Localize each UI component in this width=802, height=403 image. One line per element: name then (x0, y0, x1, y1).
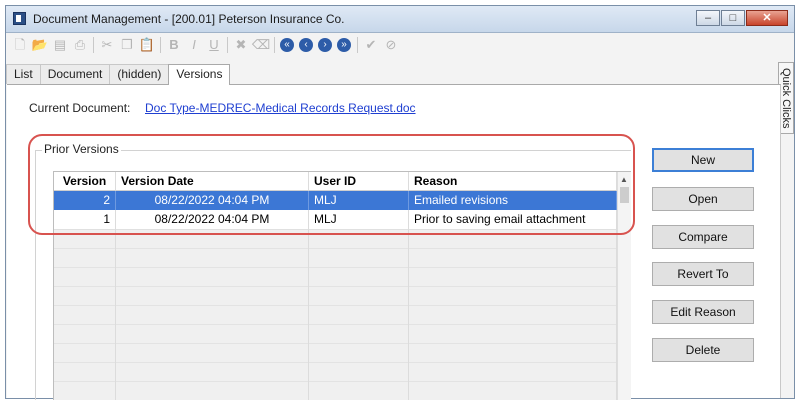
cancel-icon[interactable]: ⊘ (383, 37, 399, 53)
version-date-cell: 08/22/2022 04:04 PM (116, 210, 309, 229)
prior-versions-label: Prior Versions (42, 142, 121, 156)
underline-icon[interactable]: U (206, 37, 222, 53)
toolbar: 🗋 📂 ▤ ⎙ ✂ ❐ 📋 B I U ✖ ⌫ « ‹ › » ✔ ⊘ (6, 33, 794, 57)
compare-button[interactable]: Compare (652, 225, 754, 249)
edit-reason-button[interactable]: Edit Reason (652, 300, 754, 324)
last-record-icon[interactable]: » (337, 38, 351, 52)
close-button[interactable]: ✕ (746, 10, 788, 26)
minimize-button[interactable]: – (696, 10, 720, 26)
empty-row (54, 343, 617, 363)
new-file-icon[interactable]: 🗋 (12, 37, 28, 53)
open-folder-icon[interactable]: 📂 (32, 37, 48, 53)
title-bar[interactable]: Document Management - [200.01] Peterson … (6, 6, 794, 33)
tab-hidden[interactable]: (hidden) (109, 64, 170, 84)
grid-vertical-scrollbar[interactable]: ▲ (617, 172, 631, 400)
user-id-cell: MLJ (309, 210, 409, 229)
tab-document[interactable]: Document (39, 64, 111, 84)
window-controls: – □ ✕ (695, 10, 788, 27)
grid-header-row: Version Version Date User ID Reason (54, 172, 617, 191)
italic-icon[interactable]: I (186, 37, 202, 53)
version-cell: 1 (54, 210, 116, 229)
column-header-version[interactable]: Version (54, 172, 116, 191)
column-header-reason[interactable]: Reason (409, 172, 617, 191)
user-id-cell: MLJ (309, 191, 409, 210)
next-record-icon[interactable]: › (318, 38, 332, 52)
toolbar-separator (93, 37, 94, 53)
first-record-icon[interactable]: « (280, 38, 294, 52)
table-row[interactable]: 2 08/22/2022 04:04 PM MLJ Emailed revisi… (54, 191, 617, 211)
previous-record-icon[interactable]: ‹ (299, 38, 313, 52)
empty-row (54, 305, 617, 325)
empty-row (54, 248, 617, 268)
window-title: Document Management - [200.01] Peterson … (33, 12, 345, 26)
tab-versions[interactable]: Versions (168, 64, 231, 85)
toolbar-separator (160, 37, 161, 53)
prior-versions-grid[interactable]: Version Version Date User ID Reason 2 08… (53, 171, 631, 400)
paste-icon[interactable]: 📋 (139, 37, 155, 53)
column-header-version-date[interactable]: Version Date (116, 172, 309, 191)
cut-icon[interactable]: ✂ (99, 37, 115, 53)
copy-icon[interactable]: ❐ (119, 37, 135, 53)
quick-clicks-label: Quick Clicks (780, 68, 792, 129)
print-icon[interactable]: ⎙ (72, 37, 88, 53)
version-cell: 2 (54, 191, 116, 210)
current-document-link[interactable]: Doc Type-MEDREC-Medical Records Request.… (145, 101, 416, 115)
empty-row (54, 229, 617, 249)
empty-row (54, 324, 617, 344)
version-date-cell: 08/22/2022 04:04 PM (116, 191, 309, 210)
toolbar-separator (227, 37, 228, 53)
clear-icon[interactable]: ⌫ (252, 37, 270, 53)
reason-cell: Prior to saving email attachment (409, 210, 617, 229)
toolbar-separator (357, 37, 358, 53)
empty-row (54, 362, 617, 382)
column-header-user-id[interactable]: User ID (309, 172, 409, 191)
new-button[interactable]: New (652, 148, 754, 172)
table-row[interactable]: 1 08/22/2022 04:04 PM MLJ Prior to savin… (54, 210, 617, 230)
revert-to-button[interactable]: Revert To (652, 262, 754, 286)
empty-row (54, 381, 617, 400)
tab-list[interactable]: List (6, 64, 41, 84)
toolbar-separator (274, 37, 275, 53)
delete-button[interactable]: Delete (652, 338, 754, 362)
tab-strip: List Document (hidden) Versions (6, 64, 231, 85)
empty-row (54, 286, 617, 306)
empty-row (54, 267, 617, 287)
maximize-button[interactable]: □ (721, 10, 745, 26)
delete-icon[interactable]: ✖ (233, 37, 249, 53)
save-icon[interactable]: ▤ (52, 37, 68, 53)
app-icon (13, 12, 26, 25)
open-button[interactable]: Open (652, 187, 754, 211)
accept-icon[interactable]: ✔ (363, 37, 379, 53)
reason-cell: Emailed revisions (409, 191, 617, 210)
scroll-up-icon[interactable]: ▲ (620, 175, 628, 184)
scrollbar-thumb[interactable] (620, 187, 629, 203)
current-document-label: Current Document: (29, 101, 131, 115)
bold-icon[interactable]: B (166, 37, 182, 53)
